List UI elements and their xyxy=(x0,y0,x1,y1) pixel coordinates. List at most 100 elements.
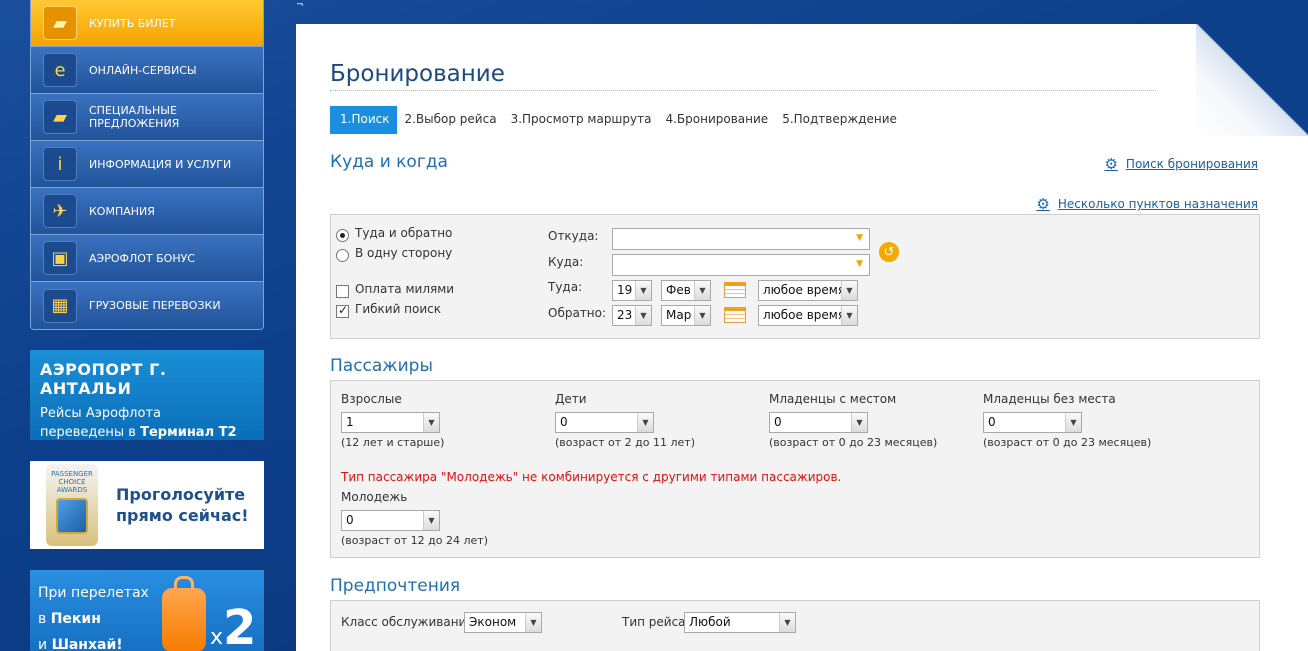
infants-noseat-select[interactable]: 0 ▼ xyxy=(983,412,1082,433)
sidebar-item-label: АЭРОФЛОТ БОНУС xyxy=(89,251,195,265)
sidebar-item-label: КУПИТЬ БИЛЕТ xyxy=(89,16,176,30)
chevron-down-icon: ▼ xyxy=(694,306,710,325)
chevron-down-icon: ▼ xyxy=(637,413,653,432)
chevron-down-icon: ▼ xyxy=(635,281,651,300)
adults-value: 1 xyxy=(346,415,354,429)
adults-select[interactable]: 1 ▼ xyxy=(341,412,440,433)
adults-note: (12 лет и старше) xyxy=(341,436,445,449)
depart-label: Туда: xyxy=(548,280,583,294)
depart-month-select[interactable]: Фев ▼ xyxy=(661,280,711,301)
passengers-panel xyxy=(330,380,1260,558)
infants-seat-select[interactable]: 0 ▼ xyxy=(769,412,868,433)
from-input[interactable]: ▼ xyxy=(612,228,870,250)
antalya-terminal: Терминал Т2 xyxy=(140,425,237,440)
pay-miles-label: Оплата милями xyxy=(355,282,455,296)
return-label: Обратно: xyxy=(548,306,607,320)
award-text: PASSENGER CHOICE AWARDS xyxy=(51,470,93,494)
dropdown-caret-icon: ▼ xyxy=(856,233,863,243)
preferences-title: Предпочтения xyxy=(330,576,461,596)
sidebar-item-3[interactable]: ▰ СПЕЦИАЛЬНЫЕ ПРЕДЛОЖЕНИЯ xyxy=(31,94,263,141)
chevron-down-icon: ▼ xyxy=(694,281,710,300)
flight-type-label: Тип рейса xyxy=(622,615,686,629)
sidebar-item-label: СПЕЦИАЛЬНЫЕ ПРЕДЛОЖЕНИЯ xyxy=(89,104,180,130)
cargo-icon: ▦ xyxy=(43,288,77,323)
sidebar-item-label: ИНФОРМАЦИЯ И УСЛУГИ xyxy=(89,157,232,171)
passengers-title: Пассажиры xyxy=(330,356,433,376)
gear-icon: ⚙ xyxy=(1036,195,1050,213)
depart-calendar-icon[interactable] xyxy=(724,282,746,298)
youth-note: (возраст от 12 до 24 лет) xyxy=(341,534,488,547)
multi-city-label: Несколько пунктов назначения xyxy=(1057,197,1258,211)
antalya-banner[interactable]: АЭРОПОРТ Г. АНТАЛЬИ Рейсы Аэрофлота пере… xyxy=(30,350,264,440)
youth-warning: Тип пассажира "Молодежь" не комбинируетс… xyxy=(341,470,842,484)
one-way-label: В одну сторону xyxy=(355,246,453,260)
class-select[interactable]: Эконом ▼ xyxy=(464,612,542,633)
beijing-banner[interactable]: При перелетах в Пекин и Шанхай! x2 xyxy=(30,570,264,651)
chevron-down-icon: ▼ xyxy=(635,306,651,325)
gift-icon: ▣ xyxy=(43,241,77,275)
beijing-line2-prefix: в xyxy=(38,611,51,627)
adults-label: Взрослые xyxy=(341,392,402,406)
flight-type-select[interactable]: Любой ▼ xyxy=(684,612,796,633)
class-value: Эконом xyxy=(469,615,517,629)
step-tab-5[interactable]: 5.Подтверждение xyxy=(775,106,904,134)
infants-noseat-label: Младенцы без места xyxy=(983,392,1116,406)
round-trip-radio[interactable] xyxy=(336,229,349,242)
youth-select[interactable]: 0 ▼ xyxy=(341,510,440,531)
step-tab-3[interactable]: 3.Просмотр маршрута xyxy=(504,106,659,134)
ticket-icon: ▰ xyxy=(43,6,77,40)
sidebar-item-6[interactable]: ▣ АЭРОФЛОТ БОНУС xyxy=(31,235,263,282)
search-booking-link[interactable]: ⚙ Поиск бронирования xyxy=(1104,155,1258,173)
sidebar-item-7[interactable]: ▦ ГРУЗОВЫЕ ПЕРЕВОЗКИ xyxy=(31,282,263,329)
sidebar-item-label: ГРУЗОВЫЕ ПЕРЕВОЗКИ xyxy=(89,299,221,312)
return-month-select[interactable]: Мар ▼ xyxy=(661,305,711,326)
sidebar-item-5[interactable]: ✈ КОМПАНИЯ xyxy=(31,188,263,235)
beijing-city: Пекин xyxy=(50,611,101,627)
to-input[interactable]: ▼ xyxy=(612,254,870,276)
antalya-line1: Рейсы Аэрофлота xyxy=(40,406,161,421)
chevron-down-icon: ▼ xyxy=(841,281,857,300)
beijing-line3-prefix: и xyxy=(38,637,52,651)
return-time-select[interactable]: любое время ▼ xyxy=(758,305,858,326)
multiplier-x: x xyxy=(210,625,224,650)
sidebar-item-1[interactable]: ▰ КУПИТЬ БИЛЕТ xyxy=(31,0,263,47)
plane-icon: ✈ xyxy=(43,194,77,228)
chevron-down-icon: ▼ xyxy=(851,413,867,432)
class-label: Класс обслуживания xyxy=(341,615,474,629)
depart-time-select[interactable]: любое время ▼ xyxy=(758,280,858,301)
swap-cities-icon[interactable]: ↺ xyxy=(879,242,899,262)
children-select[interactable]: 0 ▼ xyxy=(555,412,654,433)
title-divider xyxy=(330,90,1156,91)
gear-icon: ⚙ xyxy=(1104,155,1118,173)
depart-day-select[interactable]: 19 ▼ xyxy=(612,280,652,301)
chevron-down-icon: ▼ xyxy=(423,511,439,530)
chevron-down-icon: ▼ xyxy=(841,306,857,325)
tickets-icon: ▰ xyxy=(43,100,77,134)
chevron-down-icon: ▼ xyxy=(525,613,541,632)
step-tab-4[interactable]: 4.Бронирование xyxy=(658,106,775,134)
chevron-down-icon: ▼ xyxy=(779,613,795,632)
return-time-value: любое время xyxy=(763,308,846,322)
depart-month-value: Фев xyxy=(666,283,691,297)
return-day-select[interactable]: 23 ▼ xyxy=(612,305,652,326)
top-mark: ¬ xyxy=(296,0,304,10)
vote-banner[interactable]: PASSENGER CHOICE AWARDS Проголосуйте пря… xyxy=(30,461,264,549)
return-calendar-icon[interactable] xyxy=(724,307,746,323)
infants-noseat-value: 0 xyxy=(988,415,996,429)
step-tab-2[interactable]: 2.Выбор рейса xyxy=(397,106,503,134)
sidebar-item-4[interactable]: i ИНФОРМАЦИЯ И УСЛУГИ xyxy=(31,141,263,188)
one-way-radio[interactable] xyxy=(336,249,349,262)
multi-city-link[interactable]: ⚙ Несколько пунктов назначения xyxy=(1036,195,1258,213)
children-note: (возраст от 2 до 11 лет) xyxy=(555,436,695,449)
vote-line1: Проголосуйте xyxy=(116,485,246,504)
dropdown-caret-icon: ▼ xyxy=(856,259,863,269)
when-where-title: Куда и когда xyxy=(330,152,448,172)
flexible-search-checkbox[interactable] xyxy=(336,303,349,318)
pay-miles-checkbox[interactable] xyxy=(336,285,349,298)
to-label: Куда: xyxy=(548,255,584,269)
sidebar-item-2[interactable]: e ОНЛАЙН-СЕРВИСЫ xyxy=(31,47,263,94)
step-tab-1[interactable]: 1.Поиск xyxy=(330,106,398,134)
from-label: Откуда: xyxy=(548,229,599,243)
flight-type-value: Любой xyxy=(689,615,731,629)
infants-seat-note: (возраст от 0 до 23 месяцев) xyxy=(769,436,938,449)
